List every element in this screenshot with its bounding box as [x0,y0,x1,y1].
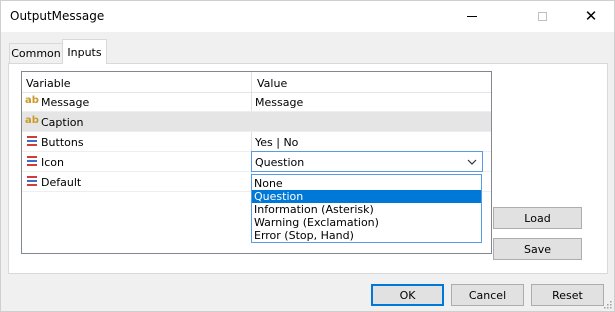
row-name: Icon [41,156,64,169]
chevron-down-icon[interactable] [466,156,478,168]
string-type-icon: ab [25,115,39,126]
close-icon: ✕ [584,7,598,25]
row-name: Default [41,176,82,189]
enum-type-icon [26,155,38,167]
dropdown-option-highlighted[interactable]: Question [252,190,481,203]
dropdown-option[interactable]: Error (Stop, Hand) [252,229,481,242]
maximize-button[interactable] [519,1,565,32]
column-header-value[interactable]: Value [257,77,287,90]
load-button[interactable]: Load [493,207,582,229]
grid-row-buttons[interactable]: Buttons Yes | No [22,132,491,152]
string-type-icon: ab [25,95,39,106]
row-value[interactable]: Yes | No [255,136,298,149]
minimize-button[interactable] [449,1,495,32]
dropdown-option[interactable]: None [252,177,481,190]
row-name: Buttons [41,136,84,149]
ok-button[interactable]: OK [371,284,444,306]
column-header-variable[interactable]: Variable [26,77,71,90]
grid-header: Variable Value [22,72,491,93]
tab-common[interactable]: Common [9,43,63,63]
minimize-icon [467,16,477,17]
resize-grip-icon[interactable] [602,299,612,309]
icon-dropdown-list[interactable]: None Question Information (Asterisk) War… [251,174,482,243]
save-button[interactable]: Save [493,238,582,260]
row-name: Message [41,96,90,109]
maximize-icon [537,12,547,21]
row-name: Caption [41,116,84,129]
dropdown-option[interactable]: Information (Asterisk) [252,203,481,216]
tab-common-label: Common [11,47,61,60]
dialog-window: OutputMessage ✕ Common Inputs Variable V… [0,0,615,312]
reset-button[interactable]: Reset [531,284,604,306]
row-value[interactable]: Message [255,96,303,109]
dropdown-option[interactable]: Warning (Exclamation) [252,216,481,229]
combo-value: Question [255,156,305,169]
grid-row-icon[interactable]: Icon Question [22,151,491,172]
icon-combobox[interactable]: Question [251,151,483,172]
tab-inputs-label: Inputs [67,45,102,59]
grid-row-caption[interactable]: ab Caption [22,112,491,132]
enum-type-icon [26,175,38,187]
window-title: OutputMessage [10,9,105,23]
tab-inputs[interactable]: Inputs [62,39,107,64]
grid-row-message[interactable]: ab Message Message [22,92,491,112]
title-bar[interactable]: OutputMessage ✕ [1,1,614,32]
close-button[interactable]: ✕ [568,1,614,32]
cancel-button[interactable]: Cancel [451,284,524,306]
enum-type-icon [26,135,38,147]
